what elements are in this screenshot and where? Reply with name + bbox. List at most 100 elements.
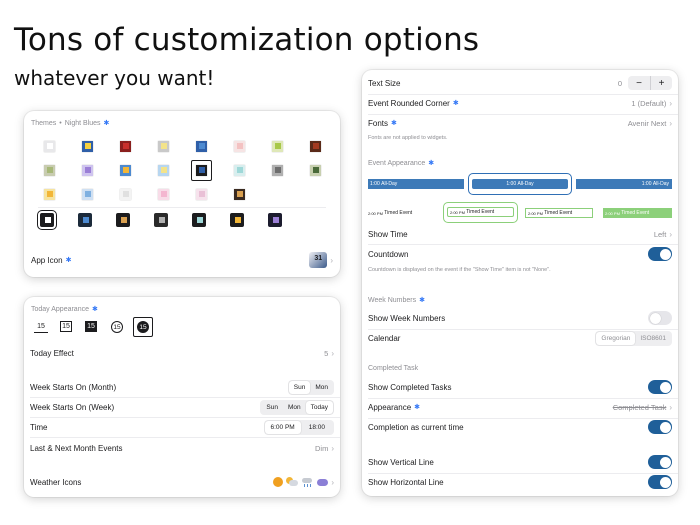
theme-swatch-accent — [45, 217, 51, 223]
text-size-stepper[interactable]: − + — [628, 76, 672, 90]
week-starts-week-row: Week Starts On (Week) Sun Mon Today — [30, 399, 334, 415]
theme-swatch[interactable] — [234, 141, 245, 152]
segment-mon[interactable]: Mon — [283, 401, 306, 414]
show-vertical-line-toggle[interactable] — [648, 455, 672, 469]
theme-swatch-dark[interactable] — [192, 213, 206, 227]
segment-12h[interactable]: 6:00 PM — [264, 420, 301, 434]
timed-style-1[interactable]: 2:00 PM Timed Event — [368, 208, 434, 218]
timed-style-3[interactable]: 2:00 PM Timed Event — [525, 208, 593, 218]
theme-swatch[interactable] — [158, 141, 169, 152]
event-rounded-corner-row[interactable]: Event Rounded Corner ✱ 1 (Default) › — [368, 95, 672, 111]
theme-swatch[interactable] — [158, 165, 169, 176]
theme-swatch[interactable] — [82, 189, 93, 200]
countdown-toggle[interactable] — [648, 247, 672, 261]
theme-swatch[interactable] — [44, 141, 55, 152]
app-icon-label: App Icon — [31, 255, 63, 265]
segment-sun[interactable]: Sun — [288, 380, 311, 394]
timed-style-4[interactable]: 2:00 PM Timed Event — [603, 208, 672, 218]
today-option-outline[interactable]: 15 — [60, 321, 72, 332]
theme-swatch-accent — [313, 167, 319, 173]
week-numbers-header: Week Numbers ✱ — [368, 296, 425, 305]
theme-swatch-dark[interactable] — [154, 213, 168, 227]
star-icon: ✱ — [65, 257, 72, 264]
show-horizontal-line-row: Show Horizontal Line — [368, 474, 672, 490]
allday-style-3[interactable]: 1:00 All-Day — [576, 179, 672, 189]
star-icon: ✱ — [414, 404, 421, 411]
theme-swatch-accent — [237, 167, 243, 173]
segment-iso8601[interactable]: ISO8601 — [635, 332, 671, 345]
today-option-filled[interactable]: 15 — [85, 321, 97, 332]
time-format-segmented[interactable]: 6:00 PM 18:00 — [263, 419, 334, 435]
segment-mon[interactable]: Mon — [310, 381, 333, 394]
theme-swatch-dark[interactable] — [37, 210, 57, 230]
star-icon: ✱ — [391, 120, 397, 127]
theme-swatch[interactable] — [44, 165, 55, 176]
theme-swatch[interactable] — [196, 189, 207, 200]
theme-swatch-dark[interactable] — [78, 213, 92, 227]
theme-swatch[interactable] — [310, 141, 321, 152]
theme-swatch-accent — [123, 191, 129, 197]
theme-swatch-accent — [275, 167, 281, 173]
theme-swatch-dark[interactable] — [116, 213, 130, 227]
today-card: Today Appearance ✱ 15 15 15 15 15 Today … — [24, 297, 340, 497]
theme-swatch-accent — [237, 143, 243, 149]
theme-swatch[interactable] — [272, 141, 283, 152]
segment-today[interactable]: Today — [305, 400, 333, 414]
theme-swatch-accent — [197, 217, 203, 223]
theme-swatch[interactable] — [82, 165, 93, 176]
theme-swatch-accent — [85, 191, 91, 197]
theme-swatch-dark[interactable] — [268, 213, 282, 227]
theme-swatch[interactable] — [196, 141, 207, 152]
countdown-note: Countdown is displayed on the event if t… — [368, 267, 551, 273]
theme-swatch[interactable] — [120, 141, 131, 152]
calendar-segmented[interactable]: Gregorian ISO8601 — [595, 330, 672, 346]
theme-swatch-accent — [161, 143, 167, 149]
completion-current-time-row: Completion as current time — [368, 419, 672, 435]
theme-swatch[interactable] — [234, 165, 245, 176]
segment-gregorian[interactable]: Gregorian — [596, 331, 636, 345]
star-icon: ✱ — [92, 306, 98, 313]
today-appearance-header: Today Appearance ✱ — [31, 305, 98, 314]
app-icon-row[interactable]: App Icon ✱ 31 › — [31, 251, 333, 269]
segment-24h[interactable]: 18:00 — [301, 421, 333, 434]
show-week-numbers-row: Show Week Numbers — [368, 310, 672, 326]
theme-swatch[interactable] — [272, 165, 283, 176]
theme-swatch[interactable] — [120, 165, 131, 176]
today-option-circle-filled-selected[interactable]: 15 — [133, 317, 153, 337]
increment-button[interactable]: + — [650, 76, 672, 90]
segment-sun[interactable]: Sun — [261, 401, 283, 414]
app-icon-preview: 31 — [309, 252, 328, 268]
theme-swatch[interactable] — [310, 165, 321, 176]
show-week-numbers-toggle[interactable] — [648, 311, 672, 325]
decrement-button[interactable]: − — [628, 76, 650, 90]
week-starts-month-row: Week Starts On (Month) Sun Mon — [30, 379, 334, 395]
theme-swatch-accent — [313, 143, 319, 149]
today-option-plain[interactable]: 15 — [34, 321, 48, 333]
theme-swatch[interactable] — [44, 189, 55, 200]
theme-swatch[interactable] — [234, 189, 245, 200]
theme-swatch-accent — [199, 167, 205, 173]
theme-swatch[interactable] — [82, 141, 93, 152]
show-completed-tasks-toggle[interactable] — [648, 380, 672, 394]
last-next-month-row[interactable]: Last & Next Month Events Dim › — [30, 440, 334, 456]
week-starts-week-segmented[interactable]: Sun Mon Today — [260, 399, 334, 415]
fonts-row[interactable]: Fonts ✱ Avenir Next › — [368, 115, 672, 131]
theme-swatch[interactable] — [158, 189, 169, 200]
chevron-right-icon: › — [331, 348, 334, 358]
today-effect-row[interactable]: Today Effect 5 › — [30, 345, 334, 361]
star-icon: ✱ — [419, 297, 425, 304]
today-option-circle[interactable]: 15 — [111, 321, 123, 333]
theme-swatch[interactable] — [120, 189, 131, 200]
weather-icons-row[interactable]: Weather Icons › — [30, 474, 334, 490]
text-size-row: Text Size 0 − + — [368, 75, 672, 91]
show-time-row[interactable]: Show Time Left › — [368, 226, 672, 242]
settings-card: Text Size 0 − + Event Rounded Corner ✱ 1 … — [362, 70, 678, 496]
show-horizontal-line-toggle[interactable] — [648, 475, 672, 489]
appearance-row[interactable]: Appearance ✱ Completed Task › — [368, 399, 672, 415]
chevron-right-icon: › — [669, 118, 672, 128]
completion-current-time-toggle[interactable] — [648, 420, 672, 434]
allday-style-1[interactable]: 1:00 All-Day — [368, 179, 464, 189]
theme-swatch[interactable] — [196, 165, 207, 176]
theme-swatch-dark[interactable] — [230, 213, 244, 227]
week-starts-month-segmented[interactable]: Sun Mon — [287, 379, 334, 395]
